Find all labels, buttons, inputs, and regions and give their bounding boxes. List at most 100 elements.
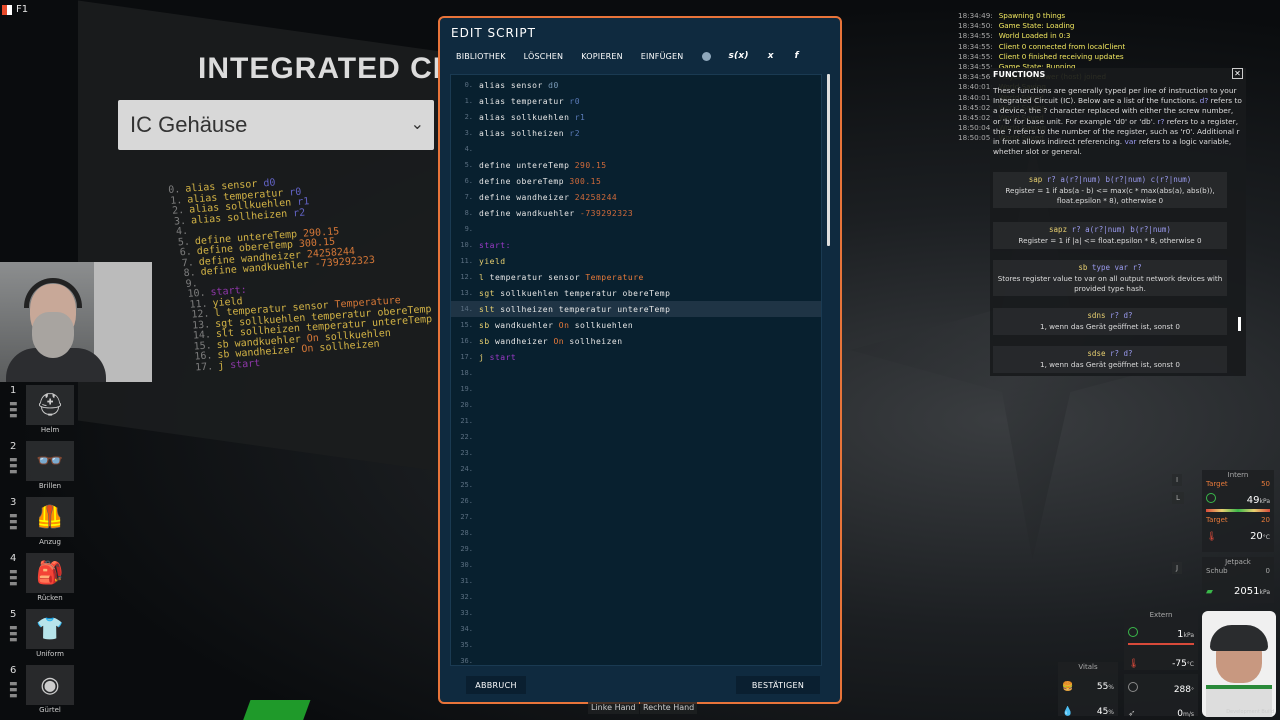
ic-code-token: r2 (292, 207, 306, 219)
hotkey-i: I (1172, 474, 1183, 486)
code-line[interactable]: 3. alias sollheizen r2 (451, 125, 821, 141)
function-card-sapz[interactable]: sapz r? a(r?|num) b(r?|num) Register = 1 … (993, 222, 1227, 249)
line-number: 0. (464, 81, 473, 89)
code-line[interactable]: 10. start: (451, 237, 821, 253)
function-card-sb[interactable]: sb type var r? Stores register value to v… (993, 260, 1227, 296)
inventory-slot-gürtel[interactable]: 6 ▬ ▬ ▬ ◉ Gürtel (4, 663, 74, 719)
code-line[interactable]: 36. (451, 653, 821, 665)
code-line[interactable]: 11. yield (451, 253, 821, 269)
code-line[interactable]: 19. (451, 381, 821, 397)
code-line[interactable]: 22. (451, 429, 821, 445)
line-number: 4. (464, 145, 473, 153)
water-value: 45 (1096, 707, 1109, 717)
code-line[interactable]: 32. (451, 589, 821, 605)
inventory-slot-brillen[interactable]: 2 ▬ ▬ ▬ 👓 Brillen (4, 439, 74, 495)
jetpack-label: Jetpack (1225, 558, 1251, 566)
code-token: alias temperatur (479, 96, 570, 106)
code-line[interactable]: 5. define untereTemp 290.15 (451, 157, 821, 173)
code-line[interactable]: 1. alias temperatur r0 (451, 93, 821, 109)
code-line[interactable]: 7. define wandheizer 24258244 (451, 189, 821, 205)
code-line[interactable]: 35. (451, 637, 821, 653)
code-line[interactable]: 13. sgt sollkuehlen temperatur obereTemp (451, 285, 821, 301)
library-button[interactable]: BIBLIOTHEK (450, 46, 512, 66)
flag-icon (2, 4, 12, 15)
function-opcode: sap (1028, 175, 1043, 184)
functions-scrollbar[interactable] (1238, 317, 1241, 331)
inventory-slot-uniform[interactable]: 5 ▬ ▬ ▬ 👕 Uniform (4, 607, 74, 663)
code-line[interactable]: 31. (451, 573, 821, 589)
function-card-sdns[interactable]: sdns r? d? 1, wenn das Gerät geöffnet ist… (993, 308, 1227, 335)
line-number: 18. (460, 369, 473, 377)
cancel-button[interactable]: ABBRUCH (466, 676, 526, 694)
code-line[interactable]: 9. (451, 221, 821, 237)
left-hand-slot[interactable]: Linke Hand (588, 702, 639, 714)
code-line[interactable]: 24. (451, 461, 821, 477)
log-entry: 18:34:50: Game State: Loading (958, 21, 1218, 31)
code-line[interactable]: 8. define wandkuehler -739292323 (451, 205, 821, 221)
right-hand-slot[interactable]: Rechte Hand (640, 702, 698, 714)
extern-temp-icon: 🌡 (1128, 659, 1140, 669)
code-editor[interactable]: 0. alias sensor d0 1. alias temperatur r0 2.… (450, 74, 822, 666)
code-line[interactable]: 14. slt sollheizen temperatur untereTemp (451, 301, 821, 317)
ic-code-token: start (229, 357, 261, 371)
jetpack-pressure: 2051 (1234, 586, 1260, 597)
code-line[interactable]: 28. (451, 525, 821, 541)
code-line[interactable]: 4. (451, 141, 821, 157)
ic-code-line-number: 17. (194, 360, 214, 374)
copy-button[interactable]: KOPIEREN (575, 46, 629, 66)
log-message: Spawning 0 things (998, 11, 1066, 20)
variables-button[interactable]: x (760, 46, 781, 66)
code-line[interactable]: 30. (451, 557, 821, 573)
code-line[interactable]: 2. alias sollkuehlen r1 (451, 109, 821, 125)
line-number: 7. (464, 193, 473, 201)
code-line[interactable]: 18. (451, 365, 821, 381)
temp-value: 20 (1250, 531, 1263, 542)
function-card-sap[interactable]: sap r? a(r?|num) b(r?|num) c(r?|num) Regi… (993, 172, 1227, 208)
function-card-sdse[interactable]: sdse r? d? 1, wenn das Gerät geöffnet ist… (993, 346, 1227, 373)
inventory-slot-helm[interactable]: 1 ▬ ▬ ▬ ⛑ Helm (4, 383, 74, 439)
confirm-button[interactable]: BESTÄTIGEN (736, 676, 820, 694)
ic-code-token: On (301, 343, 314, 356)
constants-button[interactable]: f (786, 46, 807, 66)
code-line[interactable]: 6. define obereTemp 300.15 (451, 173, 821, 189)
inventory-slot-rücken[interactable]: 4 ▬ ▬ ▬ 🎒 Rücken (4, 551, 74, 607)
code-line[interactable]: 15. sb wandkuehler On sollkuehlen (451, 317, 821, 333)
stationpedia-button[interactable] (695, 46, 717, 66)
extern-panel: Extern 1kPa 🌡 -75°C (1124, 610, 1198, 670)
function-args: r? a(r?|num) b(r?|num) (1067, 225, 1171, 234)
code-line[interactable]: 33. (451, 605, 821, 621)
inventory-slot-anzug[interactable]: 3 ▬ ▬ ▬ 🦺 Anzug (4, 495, 74, 551)
line-number: 34. (460, 625, 473, 633)
functions-button[interactable]: s(x) (722, 46, 755, 66)
intro-var-token: var (1124, 137, 1137, 147)
code-line[interactable]: 27. (451, 509, 821, 525)
line-number: 27. (460, 513, 473, 521)
delete-button[interactable]: LÖSCHEN (517, 46, 570, 66)
line-number: 2. (464, 113, 473, 121)
line-code: yield (479, 257, 506, 266)
close-icon[interactable]: ✕ (1232, 68, 1243, 79)
code-line[interactable]: 34. (451, 621, 821, 637)
code-line[interactable]: 12. l temperatur sensor Temperature (451, 269, 821, 285)
code-line[interactable]: 23. (451, 445, 821, 461)
code-line[interactable]: 16. sb wandheizer On sollheizen (451, 333, 821, 349)
code-line[interactable]: 26. (451, 493, 821, 509)
paste-button[interactable]: EINFÜGEN (634, 46, 690, 66)
player-avatar: Development Build (1202, 611, 1276, 717)
code-token: r2 (569, 128, 581, 138)
intern-label: Intern (1227, 471, 1249, 479)
uniform-icon: 👕 (26, 609, 74, 649)
water-icon: 💧 (1062, 707, 1074, 717)
code-token: start: (479, 240, 511, 250)
code-line[interactable]: 29. (451, 541, 821, 557)
code-token: slt (479, 304, 501, 314)
code-token: sensor (510, 80, 549, 90)
code-line[interactable]: 21. (451, 413, 821, 429)
editor-scrollbar[interactable] (827, 74, 830, 246)
functions-panel: FUNCTIONS ✕ These functions are generall… (990, 68, 1246, 376)
code-line[interactable]: 20. (451, 397, 821, 413)
compass-icon (1128, 682, 1138, 692)
code-line[interactable]: 17. j start (451, 349, 821, 365)
code-line[interactable]: 25. (451, 477, 821, 493)
code-line[interactable]: 0. alias sensor d0 (451, 77, 821, 93)
